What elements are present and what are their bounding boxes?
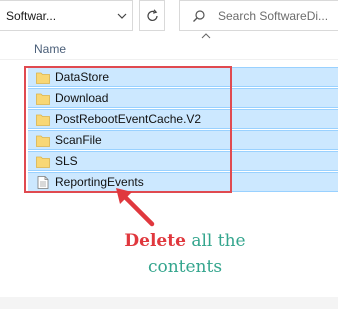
- toolbar: Softwar... Search SoftwareDi...: [0, 0, 338, 33]
- address-bar[interactable]: Softwar...: [0, 0, 133, 31]
- selection-highlight-box: [24, 66, 232, 193]
- sort-chevron-icon: [201, 33, 211, 39]
- search-icon: [193, 10, 205, 22]
- column-divider: [0, 59, 338, 60]
- annotation-line-1-rest: all the: [191, 231, 246, 251]
- column-header-name[interactable]: Name: [34, 42, 66, 56]
- annotation-text: Delete all the contents: [110, 228, 260, 280]
- annotation-delete-word: Delete: [124, 231, 186, 251]
- annotation-line-1: Delete all the: [110, 228, 260, 254]
- horizontal-scrollbar[interactable]: [0, 297, 338, 309]
- search-box[interactable]: Search SoftwareDi...: [179, 0, 338, 31]
- address-path: Softwar...: [6, 9, 57, 23]
- refresh-button[interactable]: [139, 0, 165, 31]
- search-input[interactable]: Search SoftwareDi...: [218, 9, 328, 23]
- arrow-annotation-icon: [116, 188, 155, 227]
- annotation-line-2: contents: [147, 257, 223, 277]
- chevron-down-icon[interactable]: [116, 10, 128, 22]
- refresh-icon: [147, 9, 158, 22]
